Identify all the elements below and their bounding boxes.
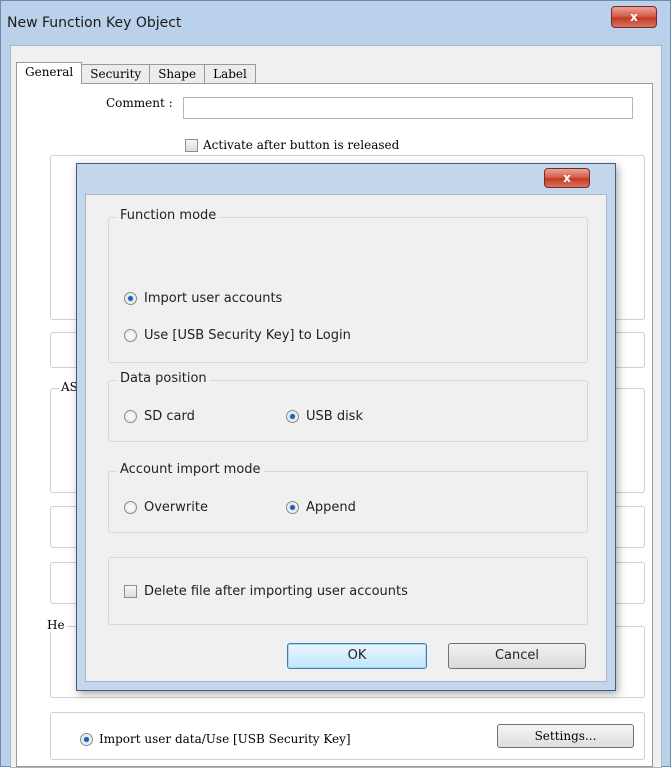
usb-security-key-label: Use [USB Security Key] to Login (144, 328, 351, 343)
overwrite-radio[interactable] (124, 501, 137, 514)
sd-card-option[interactable]: SD card (124, 409, 195, 424)
function-mode-title: Function mode (117, 208, 220, 223)
usb-disk-label: USB disk (306, 409, 363, 424)
sd-card-radio[interactable] (124, 410, 137, 423)
dialog-body: Function mode Import user accounts Use [… (85, 194, 607, 682)
tab-general[interactable]: General (16, 62, 83, 84)
usb-disk-radio[interactable] (286, 410, 299, 423)
tab-shape[interactable]: Shape (149, 64, 206, 84)
usb-security-key-radio[interactable] (124, 329, 137, 342)
import-settings-dialog: x Function mode Import user accounts Use… (76, 163, 616, 691)
comment-input[interactable] (183, 97, 633, 119)
activate-after-release-option[interactable]: Activate after button is released (185, 138, 399, 152)
settings-button[interactable]: Settings... (497, 724, 634, 748)
import-user-data-radio[interactable] (80, 733, 93, 746)
import-user-accounts-option[interactable]: Import user accounts (124, 291, 282, 306)
comment-label: Comment : (106, 96, 173, 110)
ok-button[interactable]: OK (287, 643, 427, 669)
activate-label: Activate after button is released (203, 138, 400, 152)
usb-disk-option[interactable]: USB disk (286, 409, 363, 424)
append-radio[interactable] (286, 501, 299, 514)
append-option[interactable]: Append (286, 500, 356, 515)
activate-checkbox[interactable] (185, 139, 198, 152)
import-user-accounts-radio[interactable] (124, 292, 137, 305)
tab-security[interactable]: Security (81, 64, 151, 84)
overwrite-label: Overwrite (144, 500, 208, 515)
import-user-accounts-label: Import user accounts (144, 291, 283, 306)
import-user-data-option[interactable]: Import user data/Use [USB Security Key] (80, 732, 351, 746)
append-label: Append (306, 500, 356, 515)
usb-security-key-option[interactable]: Use [USB Security Key] to Login (124, 328, 351, 343)
sd-card-label: SD card (144, 409, 195, 424)
import-user-data-label: Import user data/Use [USB Security Key] (99, 732, 351, 746)
delete-file-option[interactable]: Delete file after importing user account… (124, 584, 408, 599)
dialog-close-button[interactable]: x (544, 168, 590, 188)
data-position-title: Data position (117, 371, 210, 386)
delete-file-checkbox[interactable] (124, 585, 137, 598)
overwrite-option[interactable]: Overwrite (124, 500, 208, 515)
account-import-mode-title: Account import mode (117, 462, 264, 477)
window-close-button[interactable]: x (611, 6, 657, 28)
delete-file-label: Delete file after importing user account… (144, 584, 408, 599)
window-title: New Function Key Object (7, 15, 182, 31)
hardware-group-caption: He (45, 618, 67, 632)
tab-label[interactable]: Label (204, 64, 256, 84)
cancel-button[interactable]: Cancel (448, 643, 586, 669)
tab-bar: General Security Shape Label (16, 62, 256, 84)
